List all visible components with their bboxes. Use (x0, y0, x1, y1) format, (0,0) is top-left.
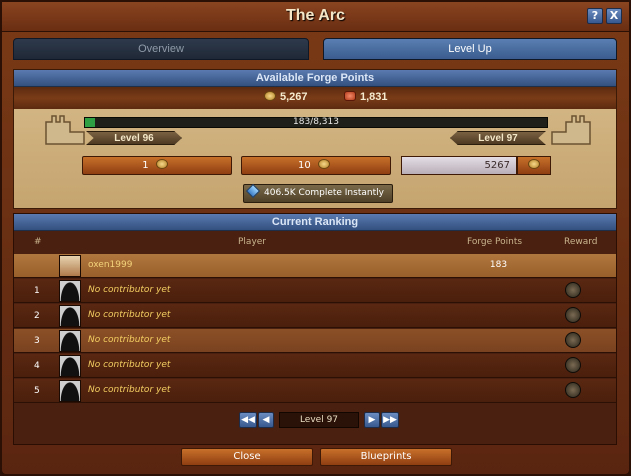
contribute-one-button[interactable]: 1 (82, 156, 232, 175)
pager-level-label: Level 97 (279, 412, 359, 428)
row-rank: 4 (34, 361, 40, 371)
row-player: No contributor yet (88, 385, 171, 395)
tab-bar: Overview Level Up (13, 38, 617, 60)
castle-right-icon (550, 110, 592, 146)
ranking-row[interactable]: 3 No contributor yet (14, 329, 616, 353)
window-title: The Arc (286, 7, 345, 24)
ranking-row[interactable]: 5 No contributor yet (14, 379, 616, 403)
row-player: No contributor yet (88, 310, 171, 320)
medal-icon (344, 91, 356, 101)
forge-point-icon (155, 159, 168, 169)
forge-point-icon (317, 159, 330, 169)
close-button[interactable]: Close (181, 448, 313, 466)
ranking-row[interactable]: 4 No contributor yet (14, 354, 616, 378)
avatar-silhouette-icon (59, 355, 81, 377)
ranking-row[interactable]: 2 No contributor yet (14, 304, 616, 328)
row-rank: 5 (34, 386, 40, 396)
diamond-icon (245, 183, 261, 199)
other-points-count: 1,831 (344, 91, 388, 103)
row-rank: 3 (34, 336, 40, 346)
instant-amount: 406.5K (264, 188, 296, 198)
forge-point-icon (528, 159, 540, 169)
ranking-header: Current Ranking (14, 214, 616, 231)
points-strip: 5,267 1,831 (14, 87, 616, 109)
ranking-row[interactable]: oxen1999 183 (14, 254, 616, 278)
avatar-silhouette-icon (59, 280, 81, 302)
row-player: oxen1999 (88, 260, 133, 270)
last-page-icon[interactable]: ▶▶ (381, 412, 399, 428)
forge-point-icon (264, 91, 276, 101)
reward-icon[interactable] (565, 307, 581, 323)
reward-icon[interactable] (565, 332, 581, 348)
row-player: No contributor yet (88, 285, 171, 295)
custom-amount-input[interactable]: 5267 (401, 156, 517, 175)
reward-icon[interactable] (565, 382, 581, 398)
complete-instantly-button[interactable]: 406.5K Complete Instantly (243, 183, 393, 203)
other-points-value: 1,831 (360, 91, 388, 103)
ranking-panel: Current Ranking # Player Forge Points Re… (13, 213, 617, 445)
avatar-silhouette-icon (59, 305, 81, 327)
row-player: No contributor yet (88, 360, 171, 370)
avatar (59, 255, 81, 277)
contribute-one-label: 1 (142, 160, 149, 171)
current-level-banner: Level 96 (86, 131, 182, 145)
reward-icon[interactable] (565, 357, 581, 373)
reward-icon[interactable] (565, 282, 581, 298)
title-bar: The Arc ? X (2, 2, 629, 32)
row-rank: 2 (34, 311, 40, 321)
next-level-banner: Level 97 (450, 131, 546, 145)
progress-text: 183/8,313 (293, 117, 339, 127)
row-forge-points: 183 (489, 260, 508, 270)
forge-points-header: Available Forge Points (14, 70, 616, 87)
avatar-silhouette-icon (59, 380, 81, 402)
ranking-row[interactable]: 1 No contributor yet (14, 279, 616, 303)
help-button[interactable]: ? (587, 8, 603, 24)
instant-label: Complete Instantly (298, 188, 384, 198)
close-window-button[interactable]: X (606, 8, 622, 24)
forge-points-value: 5,267 (280, 91, 308, 103)
col-rank: # (34, 237, 42, 247)
castle-left-icon (44, 110, 86, 146)
forge-points-count: 5,267 (264, 91, 308, 103)
ranking-column-headers: # Player Forge Points Reward (14, 231, 616, 253)
col-reward: Reward (564, 237, 598, 247)
col-player: Player (238, 237, 267, 247)
arc-window: The Arc ? X Overview Level Up Available … (0, 0, 631, 476)
row-rank: 1 (34, 286, 40, 296)
prev-page-icon[interactable]: ◀ (258, 412, 274, 428)
tab-level-up[interactable]: Level Up (323, 38, 617, 60)
row-player: No contributor yet (88, 335, 171, 345)
level-progress-bar: 183/8,313 (84, 117, 548, 128)
col-forge-points: Forge Points (467, 237, 523, 247)
contribute-custom-button[interactable] (517, 156, 551, 175)
avatar-silhouette-icon (59, 330, 81, 352)
level-pager: ◀◀ ◀ Level 97 ▶ ▶▶ (239, 412, 399, 430)
contribute-ten-label: 10 (298, 160, 311, 171)
first-page-icon[interactable]: ◀◀ (239, 412, 257, 428)
tab-overview[interactable]: Overview (13, 38, 309, 60)
contribute-ten-button[interactable]: 10 (241, 156, 391, 175)
blueprints-button[interactable]: Blueprints (320, 448, 452, 466)
forge-points-panel: Available Forge Points 5,267 1,831 183/8… (13, 69, 617, 209)
next-page-icon[interactable]: ▶ (364, 412, 380, 428)
